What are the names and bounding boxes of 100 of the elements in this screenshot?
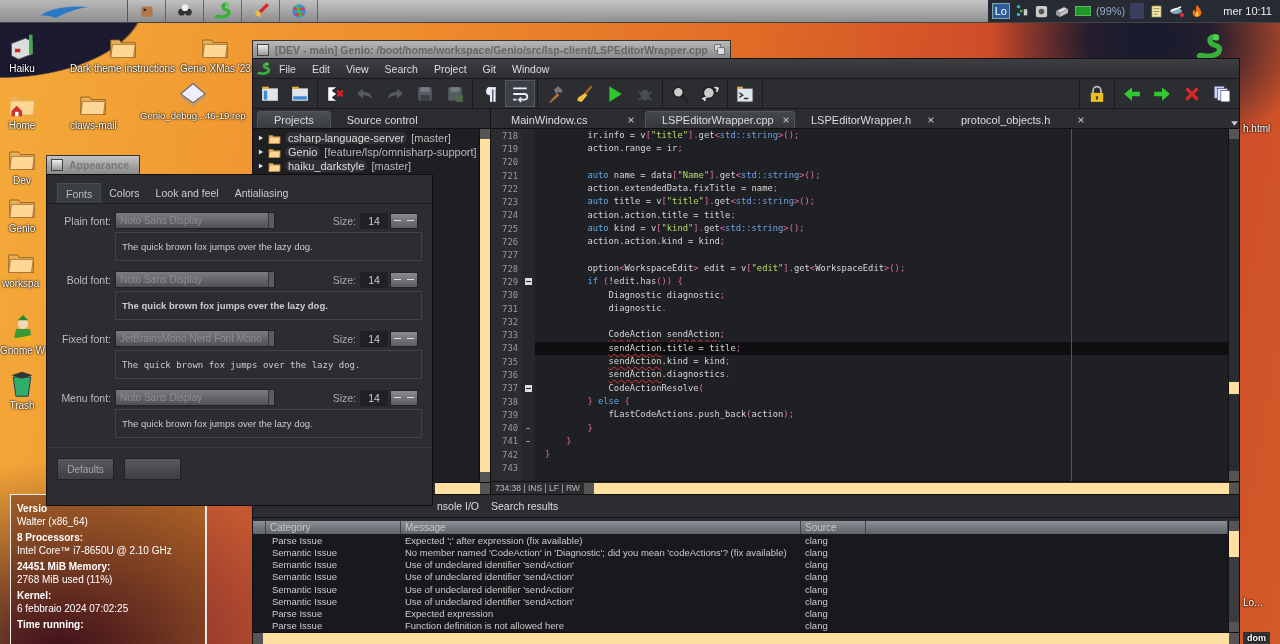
document-icon[interactable] [178, 80, 207, 108]
code-line: action.range = ir; [586, 142, 684, 156]
close-icon[interactable] [1077, 115, 1085, 124]
size-stepper[interactable] [390, 330, 418, 347]
menu-item[interactable]: Project [425, 62, 475, 75]
menu-item[interactable]: Git [474, 62, 504, 75]
code-line: auto kind = v["kind"].get<std::string>(); [586, 222, 806, 236]
project-name[interactable]: Genio [285, 146, 321, 158]
icon-label[interactable]: Lo... [1243, 597, 1263, 608]
close-icon[interactable] [927, 115, 935, 124]
menu-item[interactable]: View [338, 62, 377, 75]
network-icon[interactable] [1014, 3, 1029, 19]
size-stepper[interactable] [390, 271, 418, 288]
branch-label: [master] [411, 132, 451, 144]
table-cell-text: clang [804, 583, 829, 596]
tab[interactable]: Look and feel [147, 183, 227, 203]
tab[interactable]: Fonts [57, 183, 102, 203]
line-number: 723 [501, 196, 519, 209]
line-number: 729 [501, 275, 519, 289]
menu-item[interactable]: File [271, 62, 304, 75]
drive-icon[interactable] [8, 33, 36, 61]
panel-tab[interactable]: Projects [257, 111, 331, 128]
rocket-app-button[interactable] [242, 0, 280, 22]
tab[interactable]: Colors [101, 183, 148, 203]
panel-tab[interactable]: Search results [489, 497, 569, 515]
table-cell-text: Expected expression [404, 607, 495, 620]
close-box[interactable] [51, 159, 63, 171]
panel-tab[interactable]: nsole I/O [435, 497, 490, 515]
keymap-indicator[interactable]: Lo [991, 3, 1010, 19]
close-box[interactable] [257, 43, 269, 56]
editor-tab[interactable]: LSPEditorWrapper.h [795, 111, 945, 128]
fold-toggle-icon[interactable] [524, 384, 532, 392]
table-cell-text: Use of undeclared identifier 'sendAction' [404, 583, 575, 596]
line-number: 737 [501, 382, 519, 395]
icon-label[interactable]: dom [1243, 632, 1270, 644]
battery-icon[interactable] [1074, 6, 1091, 16]
panel-tab[interactable]: Source control [330, 111, 434, 128]
line-number: 732 [501, 315, 519, 329]
project-name[interactable]: csharp-language-server [285, 132, 408, 144]
horizontal-scrollbar[interactable] [253, 632, 1239, 644]
status-text: 734:38 | INS | LF | RW [494, 483, 581, 493]
field-label: Size: [332, 332, 356, 345]
info-heading: 24451 MiB Memory: [17, 561, 112, 572]
table-cell-text: Use of undeclared identifier 'sendAction' [404, 558, 575, 571]
globe-app-icon [289, 2, 308, 20]
glasses-app-button[interactable] [166, 0, 204, 22]
fold-toggle-icon[interactable] [524, 278, 532, 286]
line-number: 734 [501, 342, 519, 356]
size-stepper[interactable] [390, 212, 418, 229]
line-wrap-button[interactable] [505, 80, 535, 107]
snake-icon[interactable] [1196, 33, 1224, 61]
size-field[interactable]: 14 [360, 330, 388, 347]
field-label: Fixed font: [60, 332, 111, 345]
notes-icon[interactable] [1149, 3, 1165, 19]
snake-app-icon[interactable] [257, 61, 271, 76]
field-label: Menu font: [60, 391, 111, 404]
size-field[interactable]: 14 [360, 389, 388, 406]
code-line: option<WorkspaceEdit> edit = v["edit"].get<WorkspaceEdit>(); [586, 261, 907, 275]
table-cell-text: Semantic Issue [271, 583, 338, 596]
close-icon [1183, 84, 1201, 103]
table-cell-text: clang [804, 558, 829, 571]
menu-item[interactable]: Search [376, 62, 426, 75]
tab-menu-caret-icon[interactable] [1230, 119, 1239, 128]
vertical-scrollbar[interactable] [1228, 129, 1239, 481]
horizontal-scrollbar[interactable] [435, 482, 490, 494]
line-number: 736 [501, 369, 519, 382]
icon-label[interactable]: h.html [1243, 123, 1271, 134]
vertical-scrollbar[interactable] [479, 129, 490, 482]
icon-label[interactable]: Haiku [9, 63, 35, 74]
close-icon[interactable] [781, 116, 790, 124]
field-label: Size: [332, 273, 356, 286]
editor-tab[interactable]: MainWindow.cs [495, 111, 645, 128]
code-editor[interactable] [491, 129, 1239, 481]
clock[interactable]: mer 10:11 [1223, 5, 1272, 17]
project-name[interactable]: haiku_darkstyle [285, 160, 368, 172]
editor-tab[interactable]: LSPEditorWrapper.cpp [645, 111, 795, 128]
feather-logo-icon [39, 3, 88, 19]
save-icon [416, 84, 434, 103]
tab[interactable]: Antialiasing [226, 183, 297, 203]
line-number: 718 [501, 129, 519, 143]
size-field[interactable]: 14 [360, 212, 388, 229]
line-number: 735 [501, 355, 519, 369]
field-label: Bold font: [65, 273, 111, 286]
menu-item[interactable]: Window [504, 62, 558, 75]
globe-app-button[interactable] [280, 0, 318, 22]
elf-icon[interactable] [8, 315, 37, 343]
size-stepper[interactable] [390, 389, 418, 406]
vertical-scrollbar[interactable] [1228, 521, 1239, 632]
code-line: sendAction.diagnostics. [607, 368, 732, 382]
size-field[interactable]: 14 [360, 271, 388, 288]
code-line: } [586, 421, 594, 435]
menu-item[interactable]: Edit [303, 62, 338, 75]
line-number: 719 [501, 142, 519, 156]
zoom-box-icon[interactable] [713, 43, 726, 56]
code-line: fLastCodeActions.push_back(action); [607, 408, 795, 422]
editor-tab[interactable]: protocol_objects.h [945, 111, 1095, 128]
close-icon[interactable] [627, 115, 635, 124]
horizontal-scrollbar[interactable] [583, 482, 1239, 494]
code-line: } else { [586, 394, 631, 408]
line-number: 721 [501, 169, 519, 183]
